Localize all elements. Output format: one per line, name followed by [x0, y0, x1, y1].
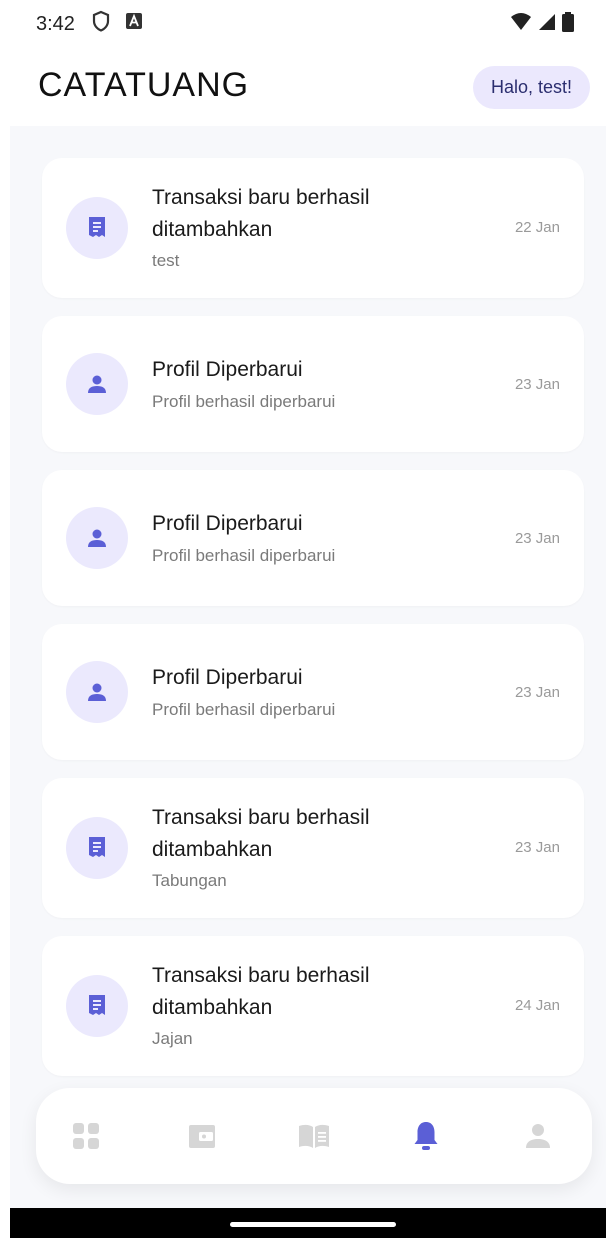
- status-bar: 3:42: [0, 0, 606, 48]
- person-icon: [66, 661, 128, 723]
- screen: 3:42 CATATUANG Halo, test! Transaksi bar…: [0, 0, 606, 1238]
- notification-date: 23 Jan: [514, 839, 560, 856]
- notification-card[interactable]: Profil Diperbarui Profil berhasil diperb…: [42, 470, 584, 606]
- receipt-icon: [66, 817, 128, 879]
- notification-subtitle: Jajan: [152, 1029, 193, 1048]
- greeting-badge[interactable]: Halo, test!: [472, 66, 590, 109]
- receipt-icon: [66, 197, 128, 259]
- dashboard-icon[interactable]: [66, 1116, 106, 1156]
- profile-icon[interactable]: [518, 1116, 558, 1156]
- wallet-icon[interactable]: [182, 1116, 222, 1156]
- system-nav-bar: [10, 1208, 606, 1238]
- notification-card[interactable]: Profil Diperbarui Profil berhasil diperb…: [42, 316, 584, 452]
- notification-card[interactable]: Transaksi baru berhasil ditambahkan Jaja…: [42, 936, 584, 1076]
- notification-title: Profil Diperbarui: [152, 512, 303, 535]
- notification-title: Profil Diperbarui: [152, 358, 303, 381]
- notification-title: Transaksi baru berhasil ditambahkan: [152, 186, 370, 241]
- cellular-icon: [538, 13, 556, 37]
- person-icon: [66, 353, 128, 415]
- bottom-nav: [36, 1088, 592, 1184]
- notification-date: 23 Jan: [514, 376, 560, 393]
- notification-list: Transaksi baru berhasil ditambahkan test…: [10, 126, 606, 1208]
- notification-date: 24 Jan: [514, 997, 560, 1014]
- notification-card[interactable]: Transaksi baru berhasil ditambahkan Tabu…: [42, 778, 584, 918]
- notification-card[interactable]: Profil Diperbarui Profil berhasil diperb…: [42, 624, 584, 760]
- status-right-icons: [510, 12, 574, 38]
- notification-date: 22 Jan: [514, 219, 560, 236]
- home-indicator[interactable]: [230, 1222, 396, 1227]
- book-icon[interactable]: [294, 1116, 334, 1156]
- battery-icon: [562, 12, 574, 38]
- notification-title: Transaksi baru berhasil ditambahkan: [152, 806, 370, 861]
- notification-title: Transaksi baru berhasil ditambahkan: [152, 964, 370, 1019]
- notification-subtitle: Profil berhasil diperbarui: [152, 546, 336, 565]
- person-icon: [66, 507, 128, 569]
- notification-date: 23 Jan: [514, 684, 560, 701]
- wifi-icon: [510, 13, 532, 37]
- notification-subtitle: Tabungan: [152, 871, 227, 890]
- bell-icon[interactable]: [406, 1116, 446, 1156]
- app-title: CATATUANG: [38, 66, 250, 104]
- notification-card[interactable]: Transaksi baru berhasil ditambahkan test…: [42, 158, 584, 298]
- receipt-icon: [66, 975, 128, 1037]
- notification-subtitle: Profil berhasil diperbarui: [152, 700, 336, 719]
- status-time: 3:42: [36, 12, 75, 35]
- shield-icon: [91, 10, 111, 38]
- notification-date: 23 Jan: [514, 530, 560, 547]
- notification-subtitle: Profil berhasil diperbarui: [152, 392, 336, 411]
- app-header: CATATUANG Halo, test!: [0, 56, 606, 122]
- a-badge-icon: [125, 12, 143, 36]
- notification-title: Profil Diperbarui: [152, 666, 303, 689]
- notification-subtitle: test: [152, 251, 180, 270]
